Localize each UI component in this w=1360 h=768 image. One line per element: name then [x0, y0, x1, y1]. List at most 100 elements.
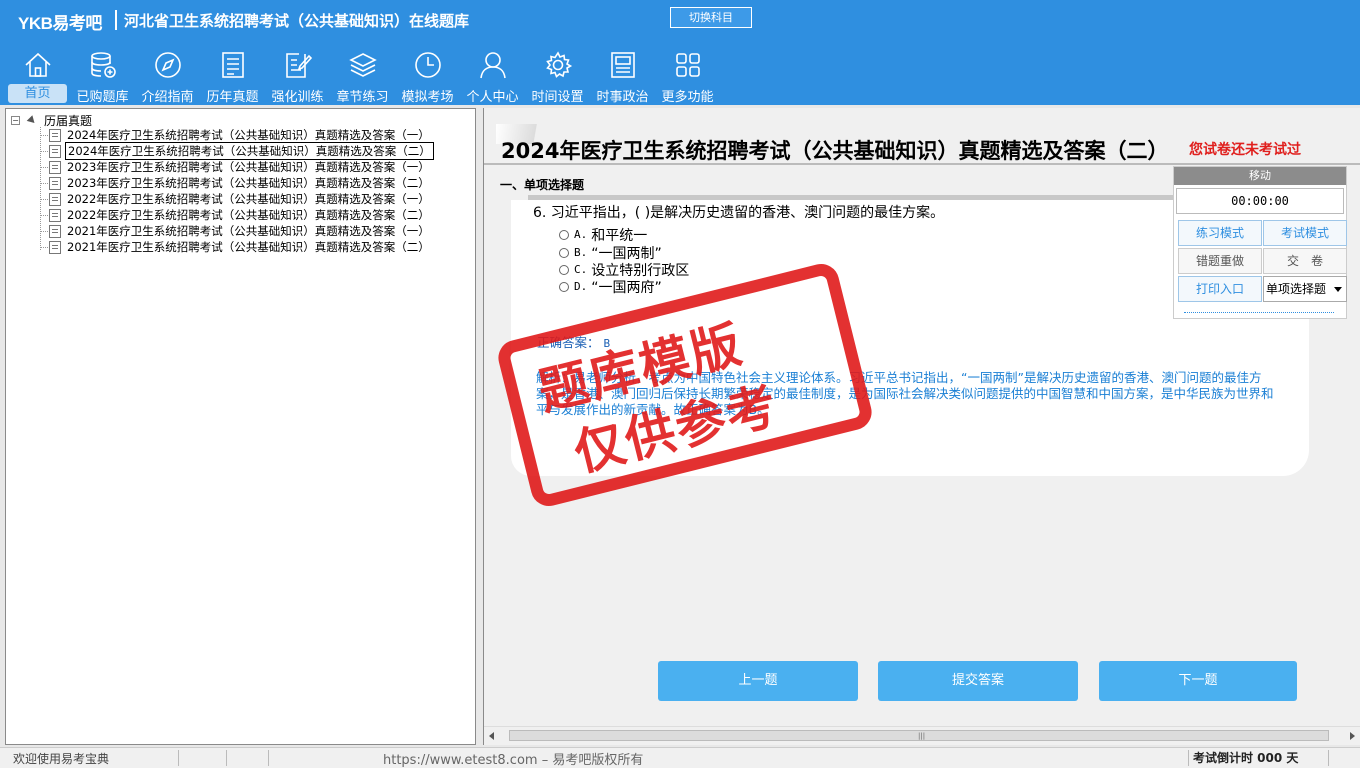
nav-purchased-banks[interactable]: 已购题库 [70, 48, 135, 105]
tree-item-label: 2021年医疗卫生系统招聘考试（公共基础知识）真题精选及答案（二） [67, 240, 430, 254]
exam-timer: 00:00:00 [1176, 188, 1344, 214]
tree-item-label: 2021年医疗卫生系统招聘考试（公共基础知识）真题精选及答案（一） [67, 224, 430, 238]
chevron-down-icon [1334, 287, 1342, 292]
document-icon [49, 176, 61, 190]
document-icon [49, 160, 61, 174]
document-icon [49, 128, 61, 142]
scrollbar-thumb[interactable]: ||| [509, 730, 1329, 741]
grid-icon [676, 53, 700, 77]
prev-question-button[interactable]: 上一题 [658, 661, 858, 701]
nav-chapter-label: 章节练习 [336, 90, 389, 105]
nav-personal-center[interactable]: 个人中心 [460, 48, 525, 105]
status-welcome: 欢迎使用易考宝典 [13, 752, 110, 766]
scroll-left-icon[interactable] [489, 732, 494, 740]
status-divider [268, 750, 269, 766]
app-title: 河北省卫生系统招聘考试（公共基础知识）在线题库 [124, 12, 470, 30]
exam-status-text: 您试卷还未考试过 [1189, 142, 1301, 158]
panel-move-handle[interactable]: 移动 [1174, 167, 1346, 185]
nav-mock-exam[interactable]: 模拟考场 [395, 48, 460, 105]
tree-expand-arrow-icon [26, 114, 38, 126]
question-type-value: 单项选择题 [1266, 282, 1327, 296]
nav-mock-exam-label: 模拟考场 [401, 90, 454, 105]
status-bar: 欢迎使用易考宝典 https://www.etest8.com – 易考吧版权所… [0, 747, 1360, 768]
status-divider [226, 750, 227, 766]
logo-divider [115, 10, 117, 30]
paper-tree-panel: − 历届真题 2024年医疗卫生系统招聘考试（公共基础知识）真题精选及答案（一）… [5, 108, 476, 745]
tree-item[interactable]: 2022年医疗卫生系统招聘考试（公共基础知识）真题精选及答案（一） [40, 191, 432, 207]
tree-root[interactable]: − 历届真题 [11, 113, 93, 128]
switch-subject-button[interactable]: 切换科目 [670, 7, 752, 28]
option-text: 和平统一 [591, 227, 648, 244]
option-radio[interactable] [559, 281, 569, 292]
nav-time-settings[interactable]: 时间设置 [525, 48, 590, 105]
compass-icon [155, 52, 181, 78]
list-document-icon [222, 52, 244, 78]
nav-home-label: 首页 [8, 84, 67, 103]
nav-intensive-training[interactable]: 强化训练 [265, 48, 330, 105]
wrong-redo-button[interactable]: 错题重做 [1178, 248, 1262, 274]
option-radio[interactable] [559, 229, 569, 240]
nav-past-papers[interactable]: 历年真题 [200, 48, 265, 105]
print-button[interactable]: 打印入口 [1178, 276, 1262, 302]
option-d[interactable]: D. “一国两府” [559, 278, 662, 296]
option-radio[interactable] [559, 247, 569, 258]
nav-past-papers-label: 历年真题 [206, 90, 259, 105]
nav-purchased-label: 已购题库 [76, 90, 129, 105]
tree-item[interactable]: 2023年医疗卫生系统招聘考试（公共基础知识）真题精选及答案（一） [40, 159, 432, 175]
layers-icon [349, 53, 377, 77]
top-header: YKB易考吧 河北省卫生系统招聘考试（公共基础知识）在线题库 切换科目 首页 已… [0, 0, 1360, 105]
database-icon [91, 52, 116, 78]
nav-more-label: 更多功能 [661, 90, 714, 105]
nav-home[interactable]: 首页 [5, 48, 70, 105]
status-divider [1188, 750, 1189, 766]
exam-mode-button[interactable]: 考试模式 [1263, 220, 1347, 246]
question-text: 6. 习近平指出，( )是解决历史遗留的香港、澳门问题的最佳方案。 [533, 205, 945, 221]
nav-more-functions[interactable]: 更多功能 [655, 48, 720, 105]
nav-personal-label: 个人中心 [466, 90, 519, 105]
panel-scroll-indicator [1184, 312, 1334, 314]
option-letter: D. [574, 280, 588, 293]
main-nav: 首页 已购题库 介绍指南 历年真题 强化训练 章节练习 模拟考场 个人中心 时间… [5, 48, 720, 105]
section-header: 一、单项选择题 [500, 178, 585, 192]
newspaper-icon [611, 52, 635, 78]
document-icon [49, 208, 61, 222]
nav-current-affairs-label: 时事政治 [596, 90, 649, 105]
tree-item-label: 2024年医疗卫生系统招聘考试（公共基础知识）真题精选及答案（二） [65, 142, 434, 160]
submit-answer-button[interactable]: 提交答案 [878, 661, 1078, 701]
gear-icon [546, 51, 573, 78]
status-divider [1328, 750, 1329, 766]
nav-guide[interactable]: 介绍指南 [135, 48, 200, 105]
horizontal-scrollbar[interactable]: ||| [484, 726, 1360, 744]
floating-control-panel: 移动 00:00:00 练习模式 考试模式 错题重做 交 卷 打印入口 单项选择… [1173, 166, 1347, 319]
tree-item[interactable]: 2022年医疗卫生系统招聘考试（公共基础知识）真题精选及答案（二） [40, 207, 432, 223]
next-question-button[interactable]: 下一题 [1099, 661, 1297, 701]
practice-mode-button[interactable]: 练习模式 [1178, 220, 1262, 246]
nav-chapter-practice[interactable]: 章节练习 [330, 48, 395, 105]
tree-item-label: 2023年医疗卫生系统招聘考试（公共基础知识）真题精选及答案（二） [67, 176, 430, 190]
nav-time-label: 时间设置 [531, 90, 584, 105]
app-logo: YKB易考吧 [18, 14, 102, 33]
option-b[interactable]: B. “一国两制” [559, 244, 662, 262]
nav-current-affairs[interactable]: 时事政治 [590, 48, 655, 105]
status-divider [178, 750, 179, 766]
tree-collapse-toggle[interactable]: − [11, 115, 20, 125]
title-divider [484, 163, 1360, 165]
tree-root-label: 历届真题 [44, 113, 93, 128]
tree-item[interactable]: 2023年医疗卫生系统招聘考试（公共基础知识）真题精选及答案（二） [40, 175, 432, 191]
document-icon [49, 192, 61, 206]
tree-item[interactable]: 2021年医疗卫生系统招聘考试（公共基础知识）真题精选及答案（二） [40, 239, 432, 255]
tree-item-selected[interactable]: 2024年医疗卫生系统招聘考试（公共基础知识）真题精选及答案（二） [40, 142, 434, 160]
document-icon [49, 144, 61, 158]
question-type-select[interactable]: 单项选择题 [1263, 276, 1347, 302]
option-a[interactable]: A. 和平统一 [559, 226, 648, 244]
option-c[interactable]: C. 设立特别行政区 [559, 261, 689, 279]
option-radio[interactable] [559, 264, 569, 275]
nav-intensive-label: 强化训练 [271, 90, 324, 105]
hand-in-button[interactable]: 交 卷 [1263, 248, 1347, 274]
tree-item[interactable]: 2024年医疗卫生系统招聘考试（公共基础知识）真题精选及答案（一） [40, 127, 432, 143]
tree-item[interactable]: 2021年医疗卫生系统招聘考试（公共基础知识）真题精选及答案（一） [40, 223, 432, 239]
tree-item-label: 2023年医疗卫生系统招聘考试（公共基础知识）真题精选及答案（一） [67, 160, 430, 174]
option-letter: B. [574, 246, 588, 259]
document-icon [49, 224, 61, 238]
scroll-right-icon[interactable] [1350, 732, 1355, 740]
